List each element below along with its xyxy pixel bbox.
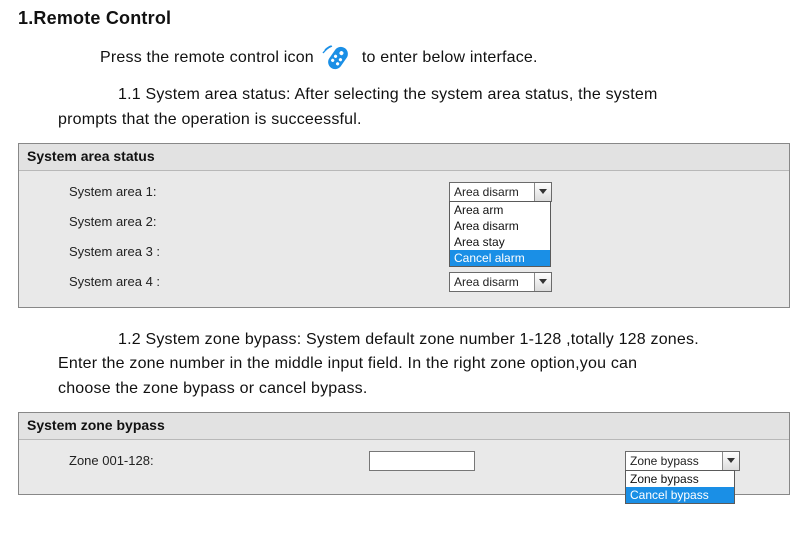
section-1-2-line2: Enter the zone number in the middle inpu… [58, 355, 637, 372]
area-1-select-value: Area disarm [450, 183, 534, 201]
table-row: System area 3 : [31, 237, 777, 267]
section-1-1-line1: 1.1 System area status: After selecting … [118, 86, 657, 103]
system-zone-bypass-title: System zone bypass [19, 413, 789, 440]
zone-bypass-dropdown[interactable]: Zone bypassCancel bypass [625, 470, 735, 504]
area-1-label: System area 1: [31, 184, 449, 199]
chevron-down-icon [534, 183, 551, 201]
area-1-dropdown[interactable]: Area armArea disarmArea stayCancel alarm [449, 201, 551, 267]
area-4-select[interactable]: Area disarm [449, 272, 552, 292]
system-area-status-title: System area status [19, 144, 789, 171]
area-1-select[interactable]: Area disarm [449, 182, 552, 202]
table-row: Zone 001-128: Zone bypass Zone bypassCan… [31, 446, 777, 476]
table-row: System area 4 : Area disarm [31, 267, 777, 297]
system-zone-bypass-panel: System zone bypass Zone 001-128: Zone by… [18, 412, 790, 495]
dropdown-option[interactable]: Cancel bypass [626, 487, 734, 503]
zone-bypass-select-value: Zone bypass [626, 452, 722, 470]
table-row: System area 1: Area disarm Area armArea … [31, 177, 777, 207]
dropdown-option[interactable]: Area arm [450, 202, 550, 218]
table-row: System area 2: [31, 207, 777, 237]
dropdown-option[interactable]: Cancel alarm [450, 250, 550, 266]
page-title: 1.Remote Control [18, 8, 790, 29]
section-1-1-line2: prompts that the operation is succeessfu… [58, 111, 362, 128]
intro-text-after: to enter below interface. [362, 46, 538, 71]
chevron-down-icon [534, 273, 551, 291]
section-1-2-text: 1.2 System zone bypass: System default z… [58, 328, 790, 402]
zone-number-input[interactable] [369, 451, 475, 471]
section-1-2-line3: choose the zone bypass or cancel bypass. [58, 380, 368, 397]
remote-control-icon [320, 43, 356, 73]
area-3-label: System area 3 : [31, 244, 449, 259]
system-area-status-panel: System area status System area 1: Area d… [18, 143, 790, 308]
dropdown-option[interactable]: Area stay [450, 234, 550, 250]
dropdown-option[interactable]: Zone bypass [626, 471, 734, 487]
zone-label: Zone 001-128: [31, 453, 369, 468]
section-1-2-line1: 1.2 System zone bypass: System default z… [118, 331, 699, 348]
area-4-label: System area 4 : [31, 274, 449, 289]
area-4-select-value: Area disarm [450, 273, 534, 291]
intro-paragraph: Press the remote control icon to enter b… [100, 43, 790, 73]
section-1-1-text: 1.1 System area status: After selecting … [58, 83, 790, 133]
dropdown-option[interactable]: Area disarm [450, 218, 550, 234]
zone-bypass-select[interactable]: Zone bypass [625, 451, 740, 471]
chevron-down-icon [722, 452, 739, 470]
area-2-label: System area 2: [31, 214, 449, 229]
intro-text-before: Press the remote control icon [100, 46, 314, 71]
